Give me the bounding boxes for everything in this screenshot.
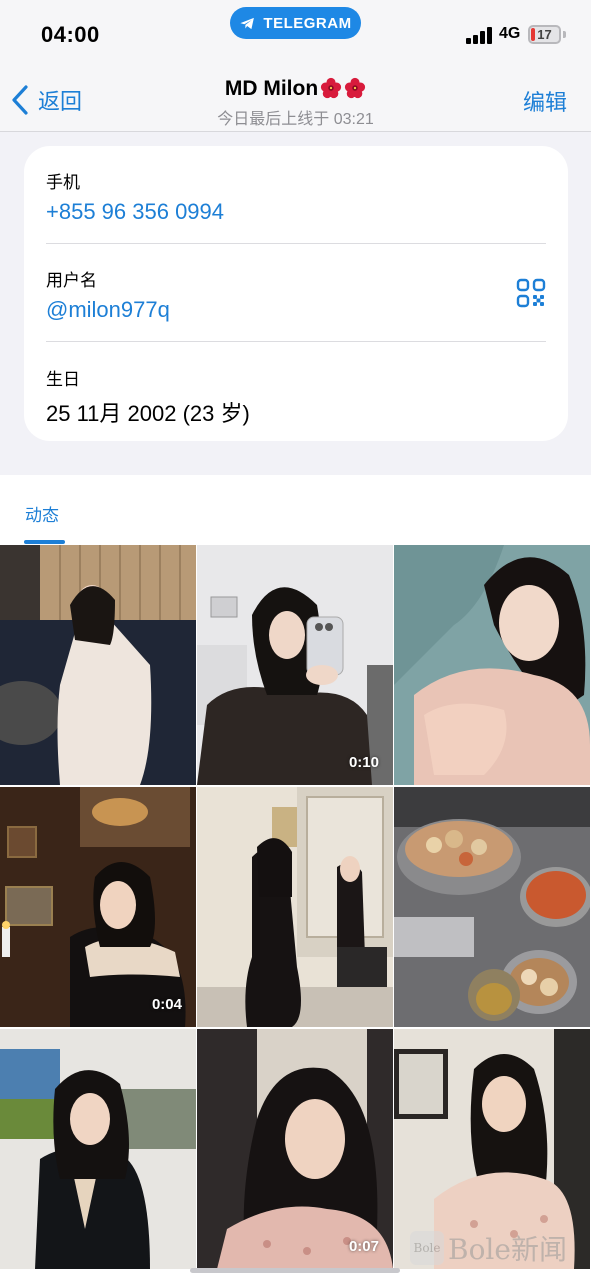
status-time: 04:00 xyxy=(41,22,100,47)
cellular-signal-icon xyxy=(466,27,492,44)
battery-icon: 17 xyxy=(528,25,561,44)
phone-row[interactable]: 手机 +855 96 356 0994 xyxy=(46,168,546,225)
network-type: 4G xyxy=(499,25,521,42)
video-duration: 0:10 xyxy=(348,754,379,771)
media-tile[interactable]: 0:04 xyxy=(0,787,196,1027)
contact-name: MD Milon xyxy=(0,77,591,101)
photo-thumbnail xyxy=(394,787,590,1027)
video-duration: 0:07 xyxy=(348,1238,379,1255)
video-thumbnail xyxy=(0,787,196,1027)
phone-number[interactable]: +855 96 356 0994 xyxy=(46,199,546,225)
navigation-bar: 返回 MD Milon 今日最后上线于 03:21 编辑 xyxy=(0,72,591,132)
tab-active-indicator xyxy=(24,540,65,544)
phone-label: 手机 xyxy=(46,173,80,192)
media-tab-bar: 动态 xyxy=(0,475,591,545)
media-tile[interactable]: 0:07 xyxy=(197,1029,393,1269)
media-tile[interactable] xyxy=(394,545,590,785)
contact-name-text: MD Milon xyxy=(224,77,319,100)
battery-level-fill xyxy=(531,28,535,41)
tab-stories[interactable]: 动态 xyxy=(25,501,59,526)
battery-cap xyxy=(563,31,566,38)
photo-thumbnail xyxy=(197,787,393,1027)
username-label: 用户名 xyxy=(46,271,97,290)
contact-info-card: 手机 +855 96 356 0994 用户名 @milon977q 生日 25… xyxy=(24,146,568,441)
divider xyxy=(46,243,546,244)
media-tile[interactable] xyxy=(394,787,590,1027)
media-tile[interactable] xyxy=(0,1029,196,1269)
birthday-value: 25 11月 2002 (23 岁) xyxy=(46,401,250,426)
birthday-row: 生日 25 11月 2002 (23 岁) xyxy=(46,365,546,428)
photo-thumbnail xyxy=(0,1029,196,1269)
hibiscus-emoji-icon xyxy=(345,77,366,99)
telegram-plane-icon xyxy=(240,17,255,29)
video-thumbnail xyxy=(197,1029,393,1269)
hibiscus-emoji-icon xyxy=(321,77,342,99)
telegram-profile-screen: 04:00 TELEGRAM 4G 17 返回 MD Milon 今日最后上线于… xyxy=(0,0,591,1280)
telegram-pill[interactable]: TELEGRAM xyxy=(230,7,361,39)
divider xyxy=(46,341,546,342)
media-tile[interactable] xyxy=(0,545,196,785)
username-value[interactable]: @milon977q xyxy=(46,297,546,323)
video-thumbnail xyxy=(197,545,393,785)
video-duration: 0:04 xyxy=(151,996,182,1013)
watermark: Bole Bole新闻 xyxy=(410,1228,567,1268)
media-tile[interactable] xyxy=(197,787,393,1027)
telegram-pill-label: TELEGRAM xyxy=(263,14,352,32)
last-seen-status: 今日最后上线于 03:21 xyxy=(217,111,374,128)
status-bar: 04:00 TELEGRAM 4G 17 xyxy=(0,0,591,72)
media-grid: 0:10 0:04 0:07 xyxy=(0,545,591,1280)
home-indicator[interactable] xyxy=(190,1268,400,1273)
birthday-label: 生日 xyxy=(46,370,80,389)
photo-thumbnail xyxy=(0,545,196,785)
qr-code-icon[interactable] xyxy=(516,278,546,308)
battery-percent: 17 xyxy=(537,27,552,42)
media-tile[interactable]: 0:10 xyxy=(197,545,393,785)
edit-button[interactable]: 编辑 xyxy=(523,85,567,117)
photo-thumbnail xyxy=(394,545,590,785)
username-row[interactable]: 用户名 @milon977q xyxy=(46,266,546,323)
watermark-text: Bole新闻 xyxy=(448,1233,567,1266)
watermark-logo: Bole xyxy=(410,1231,444,1265)
